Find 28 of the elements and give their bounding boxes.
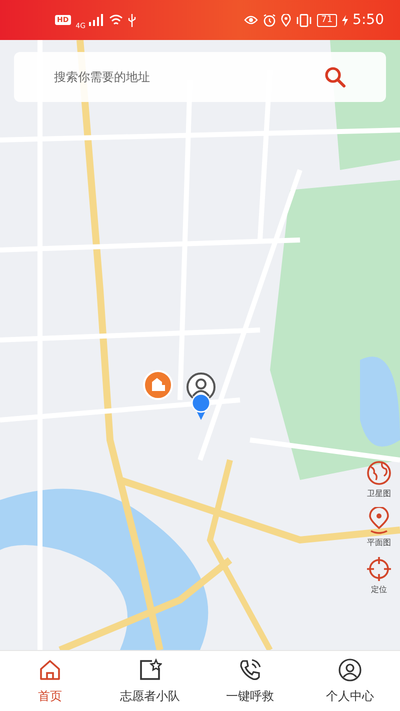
usb-icon <box>128 14 136 26</box>
map-mode-button[interactable]: 定位 <box>366 556 392 595</box>
map-mode-button[interactable]: 平面图 <box>366 507 392 548</box>
building-marker-icon[interactable] <box>143 370 173 400</box>
nav-tab[interactable]: 首页 <box>0 651 100 711</box>
vibrate-icon <box>296 14 312 26</box>
eye-icon <box>244 15 258 25</box>
location-icon <box>281 14 292 26</box>
nav-tab[interactable]: 个人中心 <box>300 651 400 711</box>
star-document-icon <box>138 658 162 682</box>
crosshair-icon <box>366 556 392 582</box>
battery-level: 71 <box>317 14 337 26</box>
home-icon <box>38 658 62 682</box>
map-mode-button[interactable]: 卫星图 <box>366 460 392 499</box>
phone-call-icon <box>238 658 262 682</box>
search-field[interactable]: 搜索你需要的地址 <box>14 52 386 102</box>
nav-tab[interactable]: 志愿者小队 <box>100 651 200 711</box>
clock-time: 5:50 <box>352 12 384 28</box>
alarm-icon <box>263 14 276 26</box>
nav-tab[interactable]: 一键呼救 <box>200 651 300 711</box>
signal-icon <box>88 14 104 26</box>
charging-icon <box>342 14 348 26</box>
wifi-icon <box>108 14 123 26</box>
search-icon[interactable] <box>324 66 346 88</box>
user-icon <box>338 658 362 682</box>
map-pin-icon <box>368 507 390 535</box>
current-location-icon <box>191 393 211 421</box>
globe-icon <box>366 460 392 486</box>
